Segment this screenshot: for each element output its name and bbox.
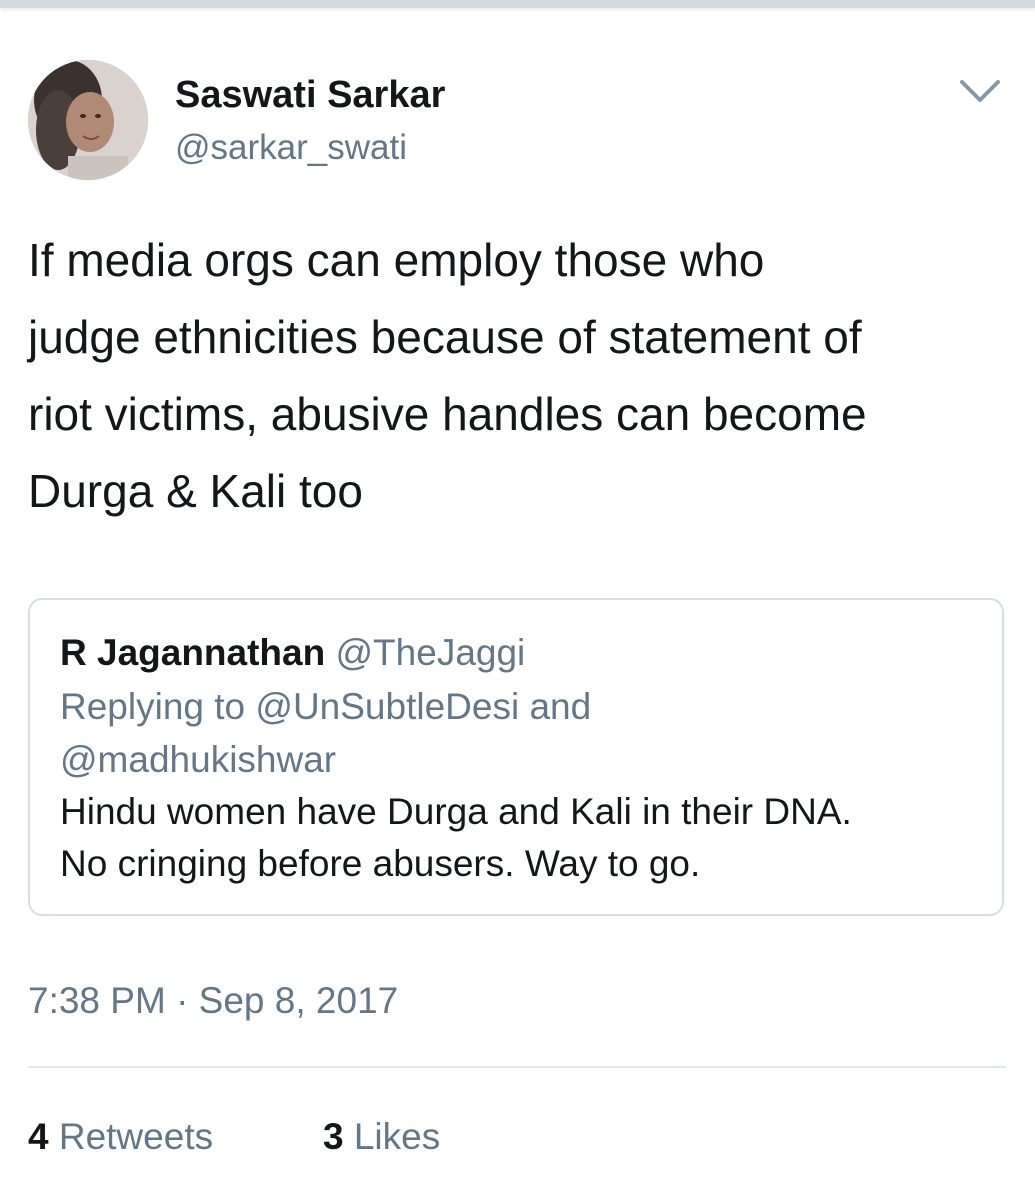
quoted-reply-context-line-2: @madhukishwar bbox=[60, 739, 337, 780]
tweet-menu-button[interactable] bbox=[956, 74, 1004, 110]
top-edge-divider bbox=[0, 0, 1035, 8]
retweets-count: 4 bbox=[28, 1116, 49, 1157]
tweet-text-line: riot victims, abusive handles can become bbox=[28, 388, 867, 440]
quoted-author-row: R Jagannathan @TheJaggi bbox=[60, 630, 525, 676]
quoted-tweet-card[interactable]: R Jagannathan @TheJaggi Replying to @UnS… bbox=[28, 598, 1004, 916]
author-avatar[interactable] bbox=[28, 60, 148, 180]
stats-divider bbox=[28, 1066, 1006, 1068]
chevron-down-icon bbox=[960, 80, 1000, 102]
author-display-name[interactable]: Saswati Sarkar bbox=[175, 72, 445, 118]
tweet-text-line: judge ethnicities because of statement o… bbox=[28, 311, 862, 363]
retweets-label: Retweets bbox=[58, 1116, 214, 1157]
author-handle[interactable]: @sarkar_swati bbox=[175, 126, 407, 170]
quoted-body-line-1: Hindu women have Durga and Kali in their… bbox=[60, 791, 852, 832]
tweet-text-line: If media orgs can employ those who bbox=[28, 234, 765, 286]
avatar-photo-icon bbox=[28, 60, 148, 180]
quoted-reply-context-line-1: Replying to @UnSubtleDesi and bbox=[60, 686, 592, 727]
quoted-body-line-2: No cringing before abusers. Way to go. bbox=[60, 843, 701, 884]
likes-count: 3 bbox=[323, 1116, 344, 1157]
retweets-stat[interactable]: 4 Retweets bbox=[28, 1114, 213, 1160]
quoted-handle[interactable]: @TheJaggi bbox=[336, 632, 526, 673]
tweet-text-line: Durga & Kali too bbox=[28, 465, 363, 517]
tweet-text: If media orgs can employ those who judge… bbox=[28, 222, 1018, 530]
likes-label: Likes bbox=[353, 1116, 441, 1157]
likes-stat[interactable]: 3 Likes bbox=[323, 1114, 440, 1160]
quoted-display-name[interactable]: R Jagannathan bbox=[60, 632, 325, 673]
tweet-timestamp[interactable]: 7:38 PM · Sep 8, 2017 bbox=[28, 978, 398, 1024]
